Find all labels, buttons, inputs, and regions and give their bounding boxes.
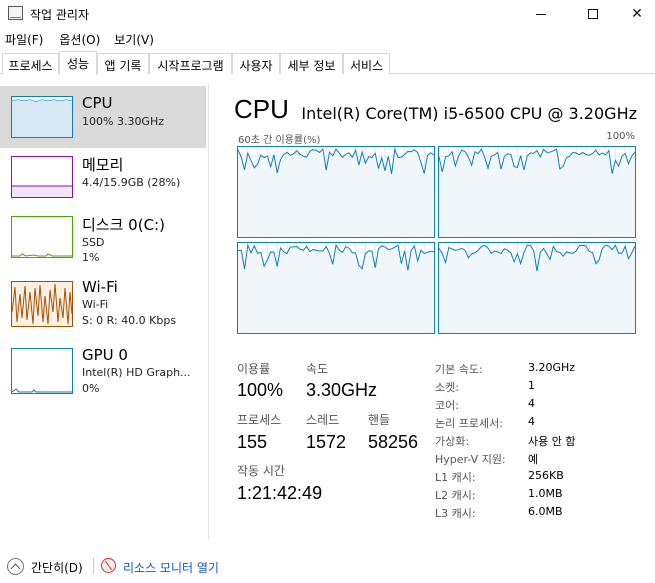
window-title: 작업 관리자 (30, 8, 90, 22)
handles-label: 핸들 (368, 413, 391, 427)
sidebar-item-disk[interactable]: 디스크 0(C:) SSD 1% (0, 212, 206, 274)
tab-processes[interactable]: 프로세스 (2, 53, 59, 74)
sidebar-memory-title: 메모리 (82, 156, 124, 174)
prop-value-logical-processors: 4 (528, 415, 535, 428)
sidebar-gpu-usage: 0% (82, 382, 100, 395)
sidebar-gpu-name: Intel(R) HD Graph... (82, 366, 191, 379)
sidebar-wifi-throughput: S: 0 R: 40.0 Kbps (82, 314, 177, 327)
processes-value: 155 (237, 432, 268, 452)
sidebar-wifi-title: Wi-Fi (82, 278, 118, 296)
prop-label-cores: 코어: (435, 399, 459, 412)
threads-label: 스레드 (306, 413, 340, 427)
core-graph-3-chart (238, 243, 434, 333)
minimize-button[interactable] (518, 0, 564, 28)
maximize-button[interactable] (570, 0, 616, 28)
prop-label-l2-cache: L2 캐시: (435, 489, 476, 502)
prop-label-base-speed: 기본 속도: (435, 363, 483, 376)
prop-value-l2-cache: 1.0MB (528, 487, 563, 500)
prop-value-virtualization: 사용 안 함 (528, 435, 576, 448)
core-graph-1 (237, 146, 435, 238)
sidebar-item-memory[interactable]: 메모리 4.4/15.9GB (28%) (0, 150, 206, 212)
disk-thumbnail-chart (12, 253, 72, 257)
wifi-thumbnail-chart (11, 282, 73, 326)
sidebar-item-gpu[interactable]: GPU 0 Intel(R) HD Graph... 0% (0, 344, 206, 406)
sidebar-gpu-title: GPU 0 (82, 346, 128, 364)
minimize-icon (536, 13, 546, 15)
graph-max-label: 100% (606, 131, 635, 142)
sidebar-disk-type: SSD (82, 236, 105, 249)
prop-value-cores: 4 (528, 397, 535, 410)
tab-users[interactable]: 사용자 (232, 53, 280, 74)
memory-thumbnail (11, 156, 73, 198)
memory-thumbnail-chart (12, 185, 72, 197)
sidebar-memory-usage: 4.4/15.9GB (28%) (82, 176, 181, 189)
prop-label-sockets: 소켓: (435, 381, 459, 394)
sidebar-wifi-adapter: Wi-Fi (82, 298, 109, 311)
sidebar-item-wifi[interactable]: Wi-Fi Wi-Fi S: 0 R: 40.0 Kbps (0, 278, 206, 340)
utilization-value: 100% (237, 380, 284, 400)
core-graph-2-chart (439, 147, 635, 237)
menu-view[interactable]: 보기(V) (109, 29, 159, 49)
threads-value: 1572 (306, 432, 347, 452)
tab-app-history[interactable]: 앱 기록 (97, 53, 149, 74)
prop-value-sockets: 1 (528, 379, 535, 392)
processes-label: 프로세스 (237, 413, 282, 427)
utilization-label: 이용률 (237, 362, 271, 376)
menu-options[interactable]: 옵션(O) (54, 29, 105, 49)
core-graph-3 (237, 242, 435, 334)
gpu-thumbnail (11, 348, 73, 394)
close-icon: ✕ (631, 6, 643, 22)
graph-caption: 60초 간 이용률(%) (238, 135, 321, 146)
core-graph-4 (438, 242, 636, 334)
prop-label-logical-processors: 논리 프로세서: (435, 417, 503, 430)
sidebar-divider (208, 84, 209, 539)
prop-label-l1-cache: L1 캐시: (435, 471, 476, 484)
prop-value-l3-cache: 6.0MB (528, 505, 563, 518)
uptime-label: 작동 시간 (237, 464, 285, 478)
title-bar: 작업 관리자 ✕ (0, 0, 655, 28)
chevron-up-icon[interactable] (7, 558, 24, 575)
sidebar-cpu-usage: 100% 3.30GHz (82, 115, 165, 128)
maximize-icon (588, 9, 598, 19)
prop-value-base-speed: 3.20GHz (528, 361, 576, 374)
resource-sidebar: CPU 100% 3.30GHz 메모리 4.4/15.9GB (28%) 디스… (0, 84, 208, 544)
tab-startup[interactable]: 시작프로그램 (149, 53, 232, 74)
close-button[interactable]: ✕ (614, 0, 655, 28)
disk-thumbnail (11, 216, 73, 258)
open-resource-monitor-link[interactable]: 리소스 모니터 열기 (123, 559, 219, 576)
cpu-thumbnail (11, 96, 73, 138)
menu-file[interactable]: 파일(F) (0, 29, 48, 49)
sidebar-item-cpu[interactable]: CPU 100% 3.30GHz (0, 86, 206, 148)
sidebar-cpu-title: CPU (82, 94, 113, 112)
speed-value: 3.30GHz (306, 380, 378, 400)
footer-divider (93, 558, 94, 574)
sidebar-disk-title: 디스크 0(C:) (82, 216, 165, 234)
sidebar-disk-usage: 1% (82, 251, 100, 264)
resource-monitor-icon (101, 558, 116, 573)
cpu-thumbnail-chart (11, 97, 73, 137)
prop-label-l3-cache: L3 캐시: (435, 507, 476, 520)
prop-label-hyperv: Hyper-V 지원: (435, 453, 506, 466)
task-manager-icon (8, 6, 23, 20)
gpu-thumbnail-chart (11, 388, 72, 393)
tab-performance[interactable]: 성능 (59, 51, 97, 75)
fewer-details-link[interactable]: 간단히(D) (31, 559, 83, 576)
core-graph-4-chart (439, 243, 635, 333)
handles-value: 58256 (368, 432, 419, 452)
uptime-value: 1:21:42:49 (237, 483, 323, 503)
tab-details[interactable]: 세부 정보 (280, 53, 343, 74)
speed-label: 속도 (306, 362, 329, 376)
tab-services[interactable]: 서비스 (343, 53, 390, 74)
core-graph-1-chart (238, 147, 434, 237)
prop-label-virtualization: 가상화: (435, 435, 470, 448)
tab-bar: 프로세스 성능 앱 기록 시작프로그램 사용자 세부 정보 서비스 (0, 51, 655, 75)
menu-bar: 파일(F) 옵션(O) 보기(V) (0, 29, 655, 49)
prop-value-hyperv: 예 (528, 453, 539, 466)
footer-bar: 간단히(D) 리소스 모니터 열기 (0, 553, 655, 583)
wifi-thumbnail (11, 281, 73, 327)
cpu-model-name: Intel(R) Core(TM) i5-6500 CPU @ 3.20GHz (301, 104, 637, 123)
core-graph-2 (438, 146, 636, 238)
page-title: CPU (234, 94, 289, 124)
prop-value-l1-cache: 256KB (528, 469, 564, 482)
